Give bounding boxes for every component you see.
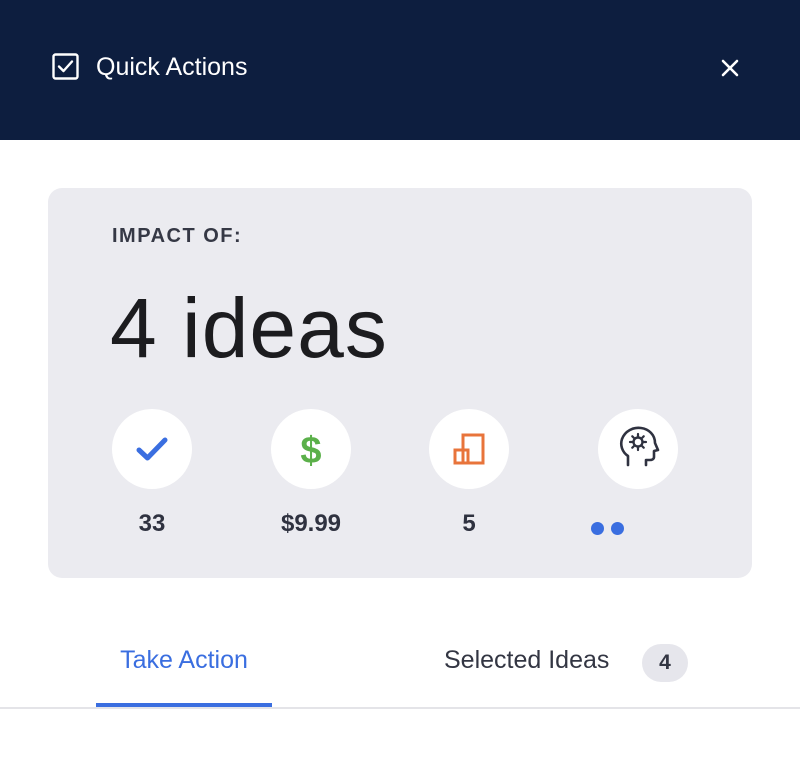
- loading-dot: [591, 522, 604, 535]
- impact-card: IMPACT OF: 4 ideas $ 33 $9.99 5: [48, 188, 752, 578]
- metric-cost: $: [271, 409, 351, 489]
- dollar-icon: $: [300, 430, 321, 472]
- close-icon[interactable]: [716, 54, 744, 82]
- squares-icon: [453, 433, 485, 465]
- checkmark-icon: [136, 437, 168, 461]
- metric-cost-value: $9.99: [280, 510, 342, 537]
- metric-checks: [112, 409, 192, 489]
- metric-squares: [429, 409, 509, 489]
- metric-ideas-head: [598, 409, 678, 489]
- panel-title: Quick Actions: [96, 53, 248, 81]
- metric-squares-value: 5: [462, 510, 476, 537]
- selected-ideas-count-badge: 4: [642, 644, 688, 682]
- quick-actions-header: Quick Actions: [0, 0, 800, 140]
- metric-checks-value: 33: [138, 510, 166, 537]
- impact-label: IMPACT OF:: [112, 225, 243, 247]
- tab-take-action[interactable]: Take Action: [96, 646, 272, 675]
- loading-dot: [611, 522, 624, 535]
- checkbox-checked-icon: [52, 53, 79, 80]
- tab-selected-ideas[interactable]: Selected Ideas: [444, 646, 609, 675]
- ideas-count: 4 ideas: [110, 281, 388, 375]
- head-gear-icon: [619, 426, 660, 467]
- svg-text:$: $: [300, 430, 321, 472]
- tabs-divider: [0, 707, 800, 709]
